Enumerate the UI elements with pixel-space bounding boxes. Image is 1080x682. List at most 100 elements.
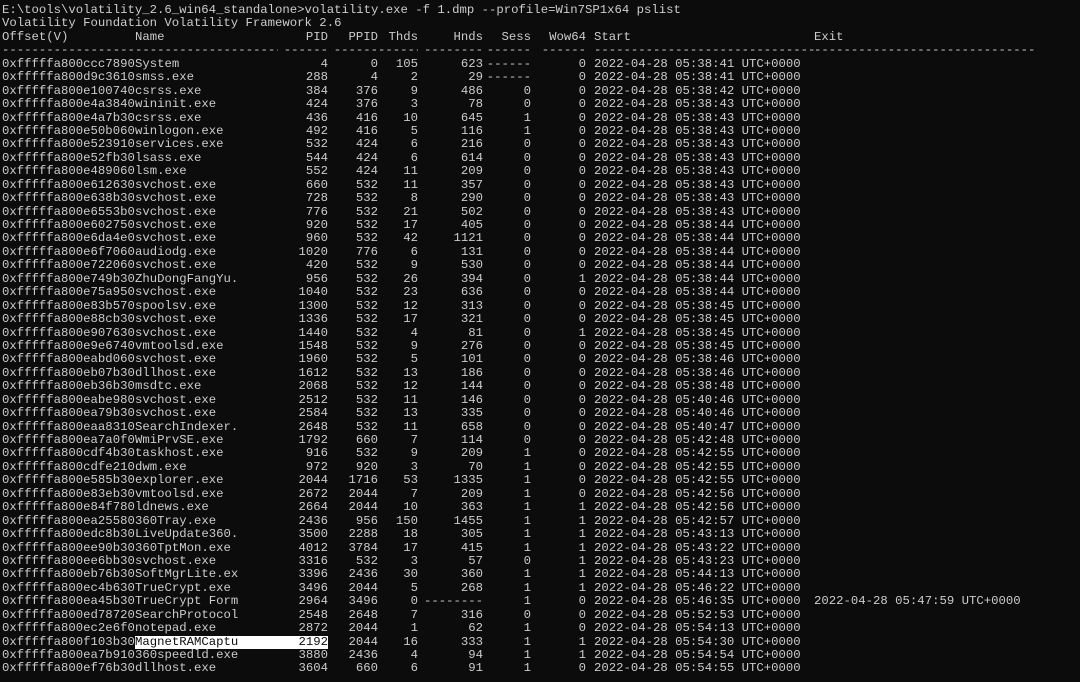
cell-start: 2022-04-28 05:38:45 UTC+0000 <box>594 326 801 340</box>
cell-sess: 0 <box>523 299 531 313</box>
cell-pid: 1612 <box>298 366 328 380</box>
cell-ppid: 532 <box>355 299 378 313</box>
cell-sess: 0 <box>523 272 531 286</box>
cell-offset: 0xfffffa800ea7b910 <box>2 649 135 662</box>
cell-ppid: 532 <box>355 286 378 300</box>
cell-name: vmtoolsd.exe <box>135 339 224 353</box>
cell-thds: 9 <box>410 339 418 353</box>
cell-hnds: 316 <box>460 608 483 622</box>
cell-pid: 1792 <box>298 434 328 447</box>
cell-ppid: 532 <box>355 219 378 232</box>
cell-start: 2022-04-28 05:38:44 UTC+0000 <box>594 232 801 246</box>
cell-hnds: 321 <box>460 313 483 327</box>
table-row: 0xfffffa800e6da4e0 svchost.exe 960 532 42 112… <box>0 232 1080 245</box>
cell-exit <box>814 125 1054 138</box>
cell-sess: 0 <box>523 608 531 622</box>
separator-start: ------------------------------ <box>594 44 814 58</box>
cell-start: 2022-04-28 05:38:48 UTC+0000 <box>594 380 801 394</box>
cell-name: svchost.exe <box>135 393 217 407</box>
cell-start: 2022-04-28 05:40:47 UTC+0000 <box>594 420 801 434</box>
cell-offset: 0xfffffa800e6da4e0 <box>2 232 135 246</box>
cell-hnds: 81 <box>468 326 483 340</box>
cell-offset: 0xfffffa800e4a7b30 <box>2 111 135 125</box>
cell-offset: 0xfffffa800ed78720 <box>2 608 135 622</box>
cell-exit <box>814 206 1054 219</box>
cell-start: 2022-04-28 05:46:22 UTC+0000 <box>594 581 801 595</box>
cell-sess: 0 <box>523 434 531 447</box>
cell-thds: 30 <box>403 568 418 582</box>
cell-ppid: 532 <box>355 407 378 421</box>
cell-exit <box>814 367 1054 380</box>
cell-name: dwm.exe <box>135 460 187 474</box>
cell-name: SearchIndexer. <box>135 420 239 434</box>
cell-wow64: 1 <box>578 554 586 568</box>
cell-pid: 1336 <box>298 313 328 327</box>
table-row: 0xfffffa800ea25580 360Tray.exe 2436 956 150 1… <box>0 515 1080 528</box>
cell-hnds: 209 <box>460 487 483 501</box>
cell-name: dllhost.exe <box>135 366 217 380</box>
cell-sess: 0 <box>523 151 531 165</box>
cell-sess: 1 <box>523 111 531 125</box>
cell-name: csrss.exe <box>135 111 202 125</box>
cell-pid: 2548 <box>298 608 328 622</box>
cell-exit <box>814 582 1054 595</box>
cell-wow64: 0 <box>578 608 586 622</box>
header-exit: Exit <box>814 30 844 44</box>
cell-sess: 0 <box>523 178 531 192</box>
cell-wow64: 0 <box>578 380 586 394</box>
cell-sess: 1 <box>523 581 531 595</box>
cell-pid: 660 <box>305 178 328 192</box>
cell-exit <box>814 528 1054 541</box>
cell-hnds: 1121 <box>453 232 483 246</box>
cell-ppid: 532 <box>355 178 378 192</box>
cell-hnds: 276 <box>460 339 483 353</box>
cell-name: audiodg.exe <box>135 245 217 259</box>
cell-offset: 0xfffffa800e9e6740 <box>2 339 135 353</box>
cell-start: 2022-04-28 05:38:45 UTC+0000 <box>594 299 801 313</box>
cell-pid: 2672 <box>298 487 328 501</box>
cell-hnds: 405 <box>460 219 483 232</box>
header-wow64: Wow64 <box>549 30 586 44</box>
console-window[interactable]: E:\tools\volatility_2.6_win64_standalone… <box>0 0 1080 682</box>
cell-ppid: 532 <box>355 339 378 353</box>
cell-start: 2022-04-28 05:38:43 UTC+0000 <box>594 178 801 192</box>
cell-thds: 11 <box>403 420 418 434</box>
cell-wow64: 1 <box>578 649 586 662</box>
cell-ppid: 424 <box>355 165 378 179</box>
cell-wow64: 0 <box>578 138 586 152</box>
cell-offset: 0xfffffa800e83b570 <box>2 299 135 313</box>
cell-hnds: -------- <box>423 595 483 609</box>
cell-hnds: 335 <box>460 407 483 421</box>
cell-name: System <box>135 57 180 71</box>
cell-start: 2022-04-28 05:38:41 UTC+0000 <box>594 57 801 71</box>
cell-exit <box>814 568 1054 581</box>
cell-name: lsm.exe <box>135 165 187 179</box>
cell-offset: 0xfffffa800eabe980 <box>2 393 135 407</box>
cell-pid: 2068 <box>298 380 328 394</box>
cell-wow64: 0 <box>578 259 586 273</box>
cell-sess: 0 <box>523 138 531 152</box>
cell-ppid: 2044 <box>348 622 378 636</box>
cell-hnds: 530 <box>460 259 483 273</box>
cell-thds: 12 <box>403 299 418 313</box>
cell-sess: 1 <box>523 649 531 662</box>
cell-ppid: 1716 <box>348 474 378 488</box>
cell-wow64: 0 <box>578 487 586 501</box>
cell-wow64: 0 <box>578 165 586 179</box>
cell-start: 2022-04-28 05:38:43 UTC+0000 <box>594 138 801 152</box>
table-row: 0xfffffa800e6f7060 audiodg.exe 1020 776 6 131… <box>0 246 1080 259</box>
cell-sess: 1 <box>523 595 531 609</box>
separator-wow64: ------ <box>541 44 586 58</box>
cell-offset: 0xfffffa800cdf4b30 <box>2 447 135 461</box>
cell-sess: 1 <box>523 501 531 515</box>
table-row: 0xfffffa800eabd060 svchost.exe 1960 532 5 101… <box>0 353 1080 366</box>
cell-name: svchost.exe <box>135 219 217 232</box>
cell-thds: 5 <box>410 581 418 595</box>
cell-sess: 1 <box>523 662 531 676</box>
cell-name: lsass.exe <box>135 151 202 165</box>
cell-hnds: 502 <box>460 205 483 219</box>
cell-sess: 1 <box>523 487 531 501</box>
table-row: 0xfffffa800e100740 csrss.exe 384 376 9 486 0 0 2… <box>0 85 1080 98</box>
table-row: 0xfffffa800e523910 services.exe 532 424 6 216… <box>0 138 1080 151</box>
cell-sess: 0 <box>523 407 531 421</box>
